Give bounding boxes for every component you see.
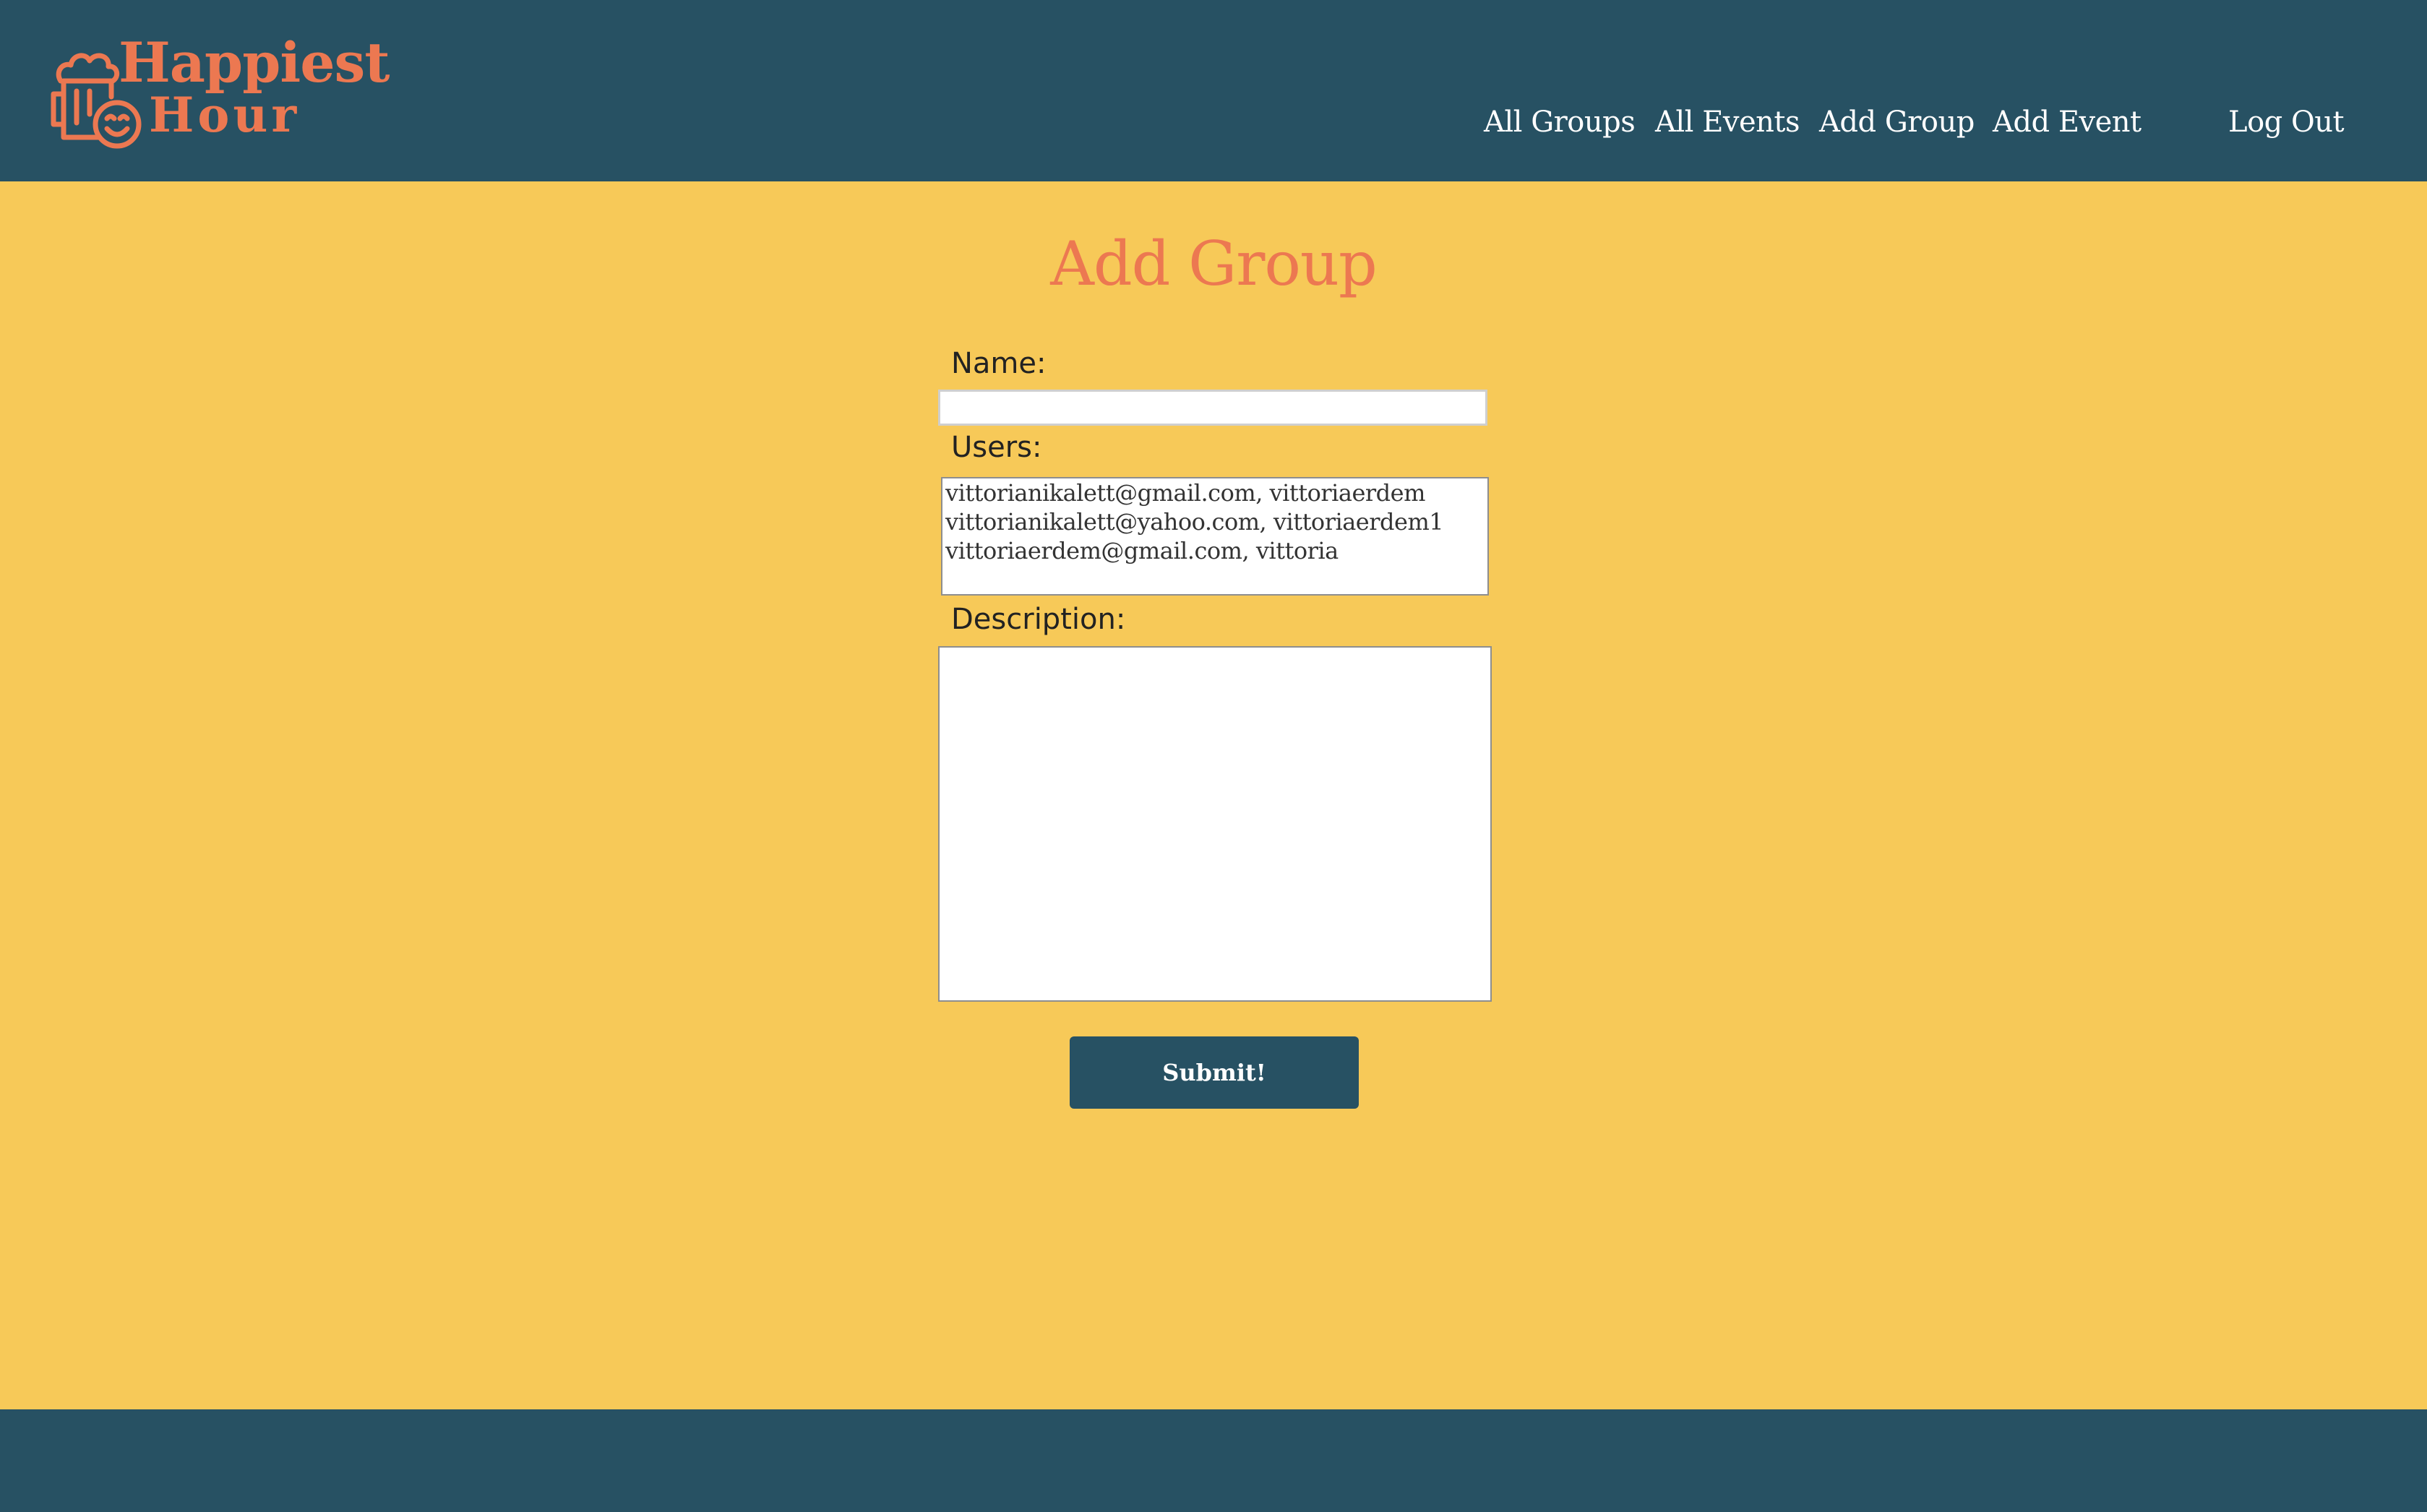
nav-add-group[interactable]: Add Group bbox=[1819, 106, 1975, 139]
nav-log-out[interactable]: Log Out bbox=[2228, 106, 2345, 139]
nav-all-groups[interactable]: All Groups bbox=[1484, 106, 1636, 139]
user-option[interactable]: vittoriaerdem@gmail.com, vittoria bbox=[945, 536, 1487, 565]
site-header: Happiest Hour All Groups All Events Add … bbox=[0, 0, 2427, 181]
name-label: Name: bbox=[951, 347, 1047, 380]
name-input[interactable] bbox=[938, 390, 1487, 426]
submit-button[interactable]: Submit! bbox=[1070, 1036, 1359, 1109]
users-select[interactable]: vittorianikalett@gmail.com, vittoriaerde… bbox=[941, 477, 1489, 596]
user-option[interactable]: vittorianikalett@gmail.com, vittoriaerde… bbox=[945, 478, 1487, 507]
user-option[interactable]: vittorianikalett@yahoo.com, vittoriaerde… bbox=[945, 507, 1487, 536]
nav-add-event[interactable]: Add Event bbox=[1993, 106, 2142, 139]
site-footer bbox=[0, 1409, 2427, 1512]
logo[interactable]: Happiest Hour bbox=[48, 30, 390, 152]
users-label: Users: bbox=[951, 431, 1042, 464]
logo-title-line1: Happiest bbox=[119, 30, 390, 95]
logo-title-line2: Hour bbox=[149, 87, 301, 143]
description-textarea[interactable] bbox=[938, 646, 1492, 1002]
description-label: Description: bbox=[951, 603, 1126, 636]
nav-all-events[interactable]: All Events bbox=[1655, 106, 1800, 139]
page-title: Add Group bbox=[1050, 228, 1378, 299]
